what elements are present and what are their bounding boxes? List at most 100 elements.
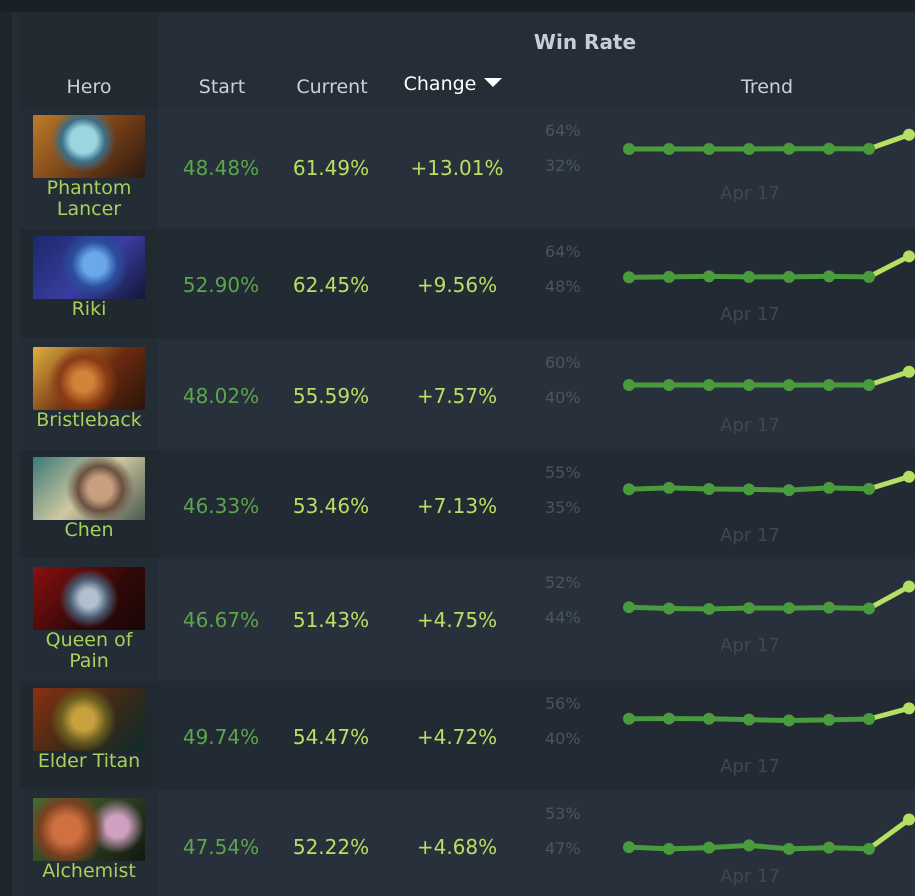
trend-point[interactable]: [703, 712, 715, 725]
trend-point[interactable]: [623, 483, 635, 496]
hero-portrait[interactable]: [33, 457, 145, 520]
trend-point[interactable]: [863, 142, 875, 155]
trend-point[interactable]: [863, 379, 875, 391]
hero-portrait[interactable]: [33, 236, 145, 299]
trend-point[interactable]: [783, 842, 795, 855]
trend-point[interactable]: [663, 379, 675, 391]
trend-point[interactable]: [903, 470, 915, 483]
change-value: +13.01%: [410, 156, 504, 180]
trend-point[interactable]: [703, 379, 715, 391]
column-header-change[interactable]: Change: [398, 73, 508, 95]
trend-sparkline[interactable]: 60% 40% Apr 17: [540, 340, 915, 448]
top-bar: [0, 0, 915, 12]
change-value: +4.68%: [416, 835, 498, 859]
trend-point[interactable]: [903, 580, 915, 593]
trend-point[interactable]: [623, 142, 635, 155]
trend-point[interactable]: [663, 481, 675, 494]
trend-point[interactable]: [863, 842, 875, 855]
trend-point[interactable]: [823, 270, 835, 283]
hero-name[interactable]: Riki: [20, 299, 158, 320]
trend-point[interactable]: [743, 483, 755, 496]
trend-point[interactable]: [703, 483, 715, 496]
trend-point[interactable]: [863, 482, 875, 495]
trend-date-label: Apr 17: [720, 866, 780, 887]
trend-point[interactable]: [663, 842, 675, 855]
hero-portrait[interactable]: [33, 347, 145, 410]
hero-name[interactable]: Phantom: [20, 178, 158, 199]
trend-point[interactable]: [663, 602, 675, 615]
trend-point[interactable]: [663, 270, 675, 283]
hero-name[interactable]: Elder Titan: [20, 751, 158, 772]
hero-name[interactable]: Lancer: [20, 199, 158, 220]
trend-point[interactable]: [743, 839, 755, 852]
column-header-start[interactable]: Start: [170, 76, 274, 98]
start-value: 49.74%: [182, 725, 260, 749]
table-row[interactable]: Queen of Pain 46.67% 51.43% +4.75% 52% 44% Apr …: [20, 560, 915, 679]
table-row[interactable]: Alchemist 47.54% 52.22% +4.68% 53% 47% Apr 17: [20, 791, 915, 896]
trend-point[interactable]: [743, 142, 755, 155]
hero-name[interactable]: Chen: [20, 520, 158, 541]
trend-point[interactable]: [783, 484, 795, 497]
trend-ymin-label: 35%: [545, 498, 581, 517]
trend-point[interactable]: [823, 841, 835, 854]
trend-point[interactable]: [823, 379, 835, 391]
trend-point[interactable]: [823, 713, 835, 726]
trend-point[interactable]: [863, 713, 875, 725]
trend-sparkline[interactable]: 52% 44% Apr 17: [540, 560, 915, 679]
table-row[interactable]: Bristleback 48.02% 55.59% +7.57% 60% 40% Apr 1…: [20, 340, 915, 448]
table-row[interactable]: Chen 46.33% 53.46% +7.13% 55% 35% Apr 17: [20, 450, 915, 558]
trend-point[interactable]: [743, 713, 755, 726]
table-row[interactable]: Riki 52.90% 62.45% +9.56% 64% 48% Apr 17: [20, 229, 915, 338]
trend-point[interactable]: [783, 142, 795, 155]
trend-sparkline[interactable]: 55% 35% Apr 17: [540, 450, 915, 558]
trend-point[interactable]: [743, 270, 755, 283]
trend-sparkline[interactable]: 64% 48% Apr 17: [540, 229, 915, 338]
trend-point[interactable]: [903, 813, 915, 826]
trend-point[interactable]: [703, 841, 715, 854]
trend-point[interactable]: [903, 365, 915, 378]
trend-sparkline[interactable]: 56% 40% Apr 17: [540, 681, 915, 789]
trend-point[interactable]: [903, 702, 915, 715]
change-value: +4.75%: [416, 608, 498, 632]
trend-point[interactable]: [903, 250, 915, 263]
trend-point[interactable]: [743, 379, 755, 391]
trend-point[interactable]: [863, 270, 875, 283]
change-value: +4.72%: [416, 725, 498, 749]
hero-name[interactable]: Alchemist: [20, 861, 158, 882]
trend-point[interactable]: [663, 712, 675, 725]
trend-point[interactable]: [783, 714, 795, 727]
hero-portrait[interactable]: [33, 115, 145, 178]
hero-portrait[interactable]: [33, 688, 145, 751]
hero-name[interactable]: Queen of: [20, 630, 158, 651]
hero-portrait[interactable]: [33, 798, 145, 861]
hero-name[interactable]: Pain: [20, 651, 158, 672]
trend-point[interactable]: [783, 379, 795, 392]
trend-point[interactable]: [783, 270, 795, 283]
trend-point[interactable]: [703, 270, 715, 283]
table-row[interactable]: Phantom Lancer 48.48% 61.49% +13.01% 64% 32% Ap…: [20, 108, 915, 227]
trend-point[interactable]: [623, 841, 635, 854]
trend-point[interactable]: [623, 271, 635, 284]
trend-point[interactable]: [823, 601, 835, 614]
hero-portrait[interactable]: [33, 567, 145, 630]
trend-point[interactable]: [623, 379, 635, 391]
trend-point[interactable]: [703, 142, 715, 155]
column-header-hero[interactable]: Hero: [20, 76, 158, 98]
trend-point[interactable]: [863, 602, 875, 615]
column-header-trend: Trend: [741, 76, 793, 98]
trend-point[interactable]: [903, 128, 915, 141]
trend-point[interactable]: [663, 142, 675, 155]
trend-point[interactable]: [623, 601, 635, 614]
trend-point[interactable]: [783, 602, 795, 615]
trend-sparkline[interactable]: 53% 47% Apr 17: [540, 791, 915, 896]
hero-name[interactable]: Bristleback: [20, 410, 158, 431]
trend-sparkline[interactable]: 64% 32% Apr 17: [540, 108, 915, 227]
trend-point[interactable]: [743, 602, 755, 615]
column-header-current[interactable]: Current: [280, 76, 384, 98]
trend-point[interactable]: [623, 712, 635, 725]
trend-point[interactable]: [703, 602, 715, 615]
trend-point[interactable]: [823, 481, 835, 494]
current-value: 53.46%: [292, 494, 370, 518]
trend-point[interactable]: [823, 142, 835, 155]
table-row[interactable]: Elder Titan 49.74% 54.47% +4.72% 56% 40% Apr 1…: [20, 681, 915, 789]
